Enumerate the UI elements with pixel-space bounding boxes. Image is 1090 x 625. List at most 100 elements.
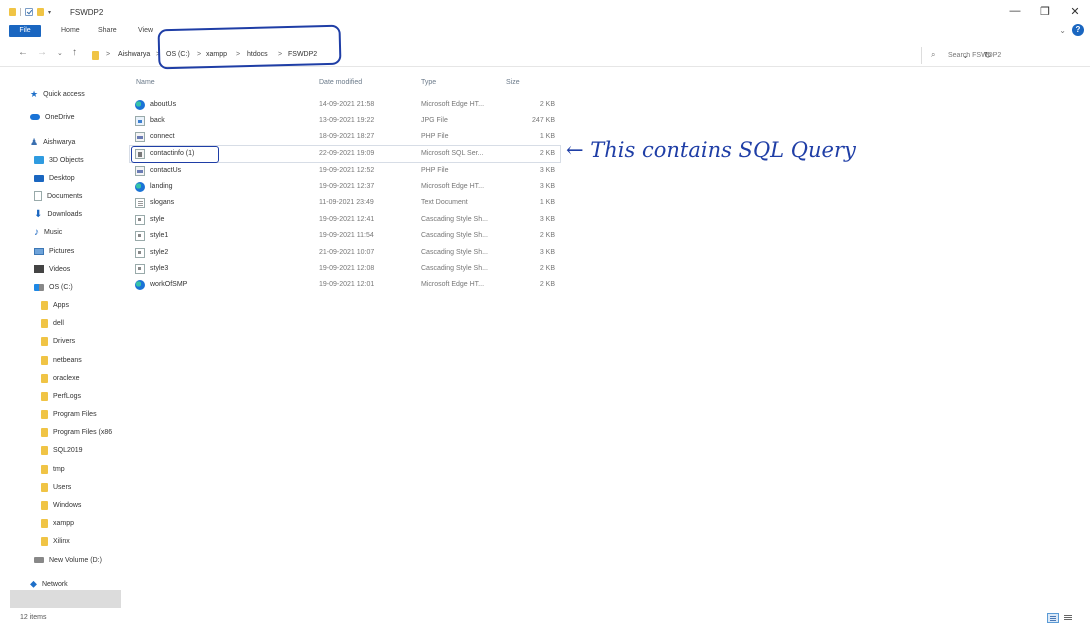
nav-item-label: netbeans <box>53 356 82 364</box>
file-type: Cascading Style Sh... <box>421 216 488 223</box>
nav-item-videos[interactable]: Videos <box>34 261 70 277</box>
nav-item-sql2019[interactable]: SQL2019 <box>41 442 83 458</box>
nav-item-pictures[interactable]: Pictures <box>34 243 74 259</box>
nav-item-program-files-x86[interactable]: Program Files (x86 <box>41 424 122 440</box>
folder-icon <box>41 482 48 492</box>
large-icons-view-icon[interactable] <box>1064 614 1074 622</box>
file-date: 19-09-2021 11:54 <box>319 232 374 239</box>
tab-share[interactable]: Share <box>98 25 117 37</box>
file-type: JPG File <box>421 117 448 124</box>
restore-button[interactable]: ❐ <box>1030 0 1060 22</box>
nav-item-program-files[interactable]: Program Files <box>41 406 97 422</box>
ribbon-right: ⌄ ? <box>1059 24 1084 36</box>
folder-icon <box>41 318 48 328</box>
nav-item-new-volume-d[interactable]: New Volume (D:) <box>34 552 102 568</box>
nav-item-music[interactable]: ♪ Music <box>34 224 62 240</box>
nav-item-label: dell <box>53 319 64 327</box>
help-icon[interactable]: ? <box>1072 24 1084 36</box>
column-header-type[interactable]: Type <box>421 79 436 86</box>
close-button[interactable]: ✕ <box>1060 0 1090 22</box>
nav-item-label: Xilinx <box>53 537 70 545</box>
file-highlight-annotation <box>131 146 219 163</box>
nav-item-users[interactable]: Users <box>41 479 71 495</box>
file-row[interactable]: connect 18-09-2021 18:27 PHP File 1 KB <box>130 129 560 145</box>
nav-item-label: Drivers <box>53 337 76 345</box>
file-row[interactable]: slogans 11-09-2021 23:49 Text Document 1… <box>130 195 560 211</box>
nav-item-documents[interactable]: Documents <box>34 188 82 204</box>
file-row[interactable]: aboutUs 14-09-2021 21:58 Microsoft Edge … <box>130 97 560 113</box>
file-date: 21-09-2021 10:07 <box>319 249 375 256</box>
nav-item-apps[interactable]: Apps <box>41 297 69 313</box>
new-folder-icon[interactable] <box>37 8 44 16</box>
file-row[interactable]: workOfSMP 19-09-2021 12:01 Microsoft Edg… <box>130 277 560 293</box>
up-arrow-icon[interactable]: ↑ <box>72 47 77 58</box>
file-row[interactable]: style 19-09-2021 12:41 Cascading Style S… <box>130 212 560 228</box>
file-row[interactable]: style3 19-09-2021 12:08 Cascading Style … <box>130 261 560 277</box>
nav-item-downloads[interactable]: ⬇ Downloads <box>34 206 82 222</box>
file-date: 19-09-2021 12:52 <box>319 167 375 174</box>
file-row[interactable]: back 13-09-2021 19:22 JPG File 247 KB <box>130 113 560 129</box>
file-row[interactable]: style1 19-09-2021 11:54 Cascading Style … <box>130 228 560 244</box>
nav-item-tmp[interactable]: tmp <box>41 461 65 477</box>
file-type: Microsoft Edge HT... <box>421 101 485 108</box>
column-header-size[interactable]: Size <box>506 79 520 86</box>
nav-item-quick-access[interactable]: ★ Quick access <box>30 86 85 102</box>
nav-item-label: Users <box>53 483 72 491</box>
tab-file[interactable]: File <box>9 25 41 37</box>
search-icon: ⌕ <box>931 50 936 59</box>
file-row[interactable]: contactUs 19-09-2021 12:52 PHP File 3 KB <box>130 163 560 179</box>
nav-item-3d-objects[interactable]: 3D Objects <box>34 152 84 168</box>
file-date: 13-09-2021 19:22 <box>319 117 375 124</box>
recent-locations-chevron-icon[interactable]: ⌄ <box>57 49 63 57</box>
file-size: 3 KB <box>539 167 555 174</box>
column-header-date-modified[interactable]: Date modified <box>319 79 362 86</box>
nav-item-label: New Volume (D:) <box>49 556 102 564</box>
minimize-button[interactable]: — <box>1000 0 1030 22</box>
quick-access-toolbar: ▾ <box>9 8 51 16</box>
nav-item-drivers[interactable]: Drivers <box>41 333 75 349</box>
properties-icon[interactable] <box>25 8 33 16</box>
search-input[interactable] <box>948 50 1073 61</box>
nav-item-label: OneDrive <box>45 113 75 121</box>
nav-item-label: Downloads <box>47 210 83 218</box>
nav-item-perflogs[interactable]: PerfLogs <box>41 388 81 404</box>
nav-item-dell[interactable]: dell <box>41 315 64 331</box>
details-view-icon[interactable] <box>1047 613 1059 623</box>
expand-ribbon-icon[interactable]: ⌄ <box>1059 26 1066 35</box>
nav-item-label: Music <box>44 228 63 236</box>
breadcrumb-separator[interactable]: > <box>106 51 110 58</box>
file-name: contactUs <box>150 167 182 174</box>
file-size: 247 KB <box>532 117 555 124</box>
tab-home[interactable]: Home <box>61 25 80 37</box>
breadcrumb-aishwarya[interactable]: Aishwarya <box>118 51 150 58</box>
nav-item-xilinx[interactable]: Xilinx <box>41 533 70 549</box>
nav-item-label: tmp <box>53 465 65 473</box>
nav-item-desktop[interactable]: Desktop <box>34 170 75 186</box>
nav-item-netbeans[interactable]: netbeans <box>41 352 82 368</box>
column-header-name[interactable]: Name <box>136 79 155 86</box>
nav-item-oraclexe[interactable]: oraclexe <box>41 370 79 386</box>
file-size: 1 KB <box>539 199 555 206</box>
file-row[interactable]: style2 21-09-2021 10:07 Cascading Style … <box>130 245 560 261</box>
nav-item-onedrive[interactable]: OneDrive <box>30 109 75 125</box>
nav-item-label: Quick access <box>43 90 85 98</box>
cloud-icon <box>30 114 40 120</box>
nav-item-label: 3D Objects <box>49 156 84 164</box>
nav-item-aishwarya[interactable]: ♟ Aishwarya <box>30 134 75 150</box>
forward-arrow-icon[interactable]: → <box>37 47 47 58</box>
download-icon: ⬇ <box>34 208 43 220</box>
drive-icon <box>34 557 44 563</box>
pictures-icon <box>34 247 44 255</box>
search-box[interactable]: ⌕ <box>921 47 1081 64</box>
drive-icon <box>34 283 44 291</box>
nav-item-os-c[interactable]: OS (C:) <box>34 279 73 295</box>
file-row[interactable]: landing 19-09-2021 12:37 Microsoft Edge … <box>130 179 560 195</box>
customize-toolbar-chevron-icon[interactable]: ▾ <box>48 9 51 16</box>
nav-item-xampp[interactable]: xampp <box>41 515 74 531</box>
tab-view[interactable]: View <box>138 25 153 37</box>
nav-item-network[interactable]: ⬥ Network <box>30 576 68 592</box>
nav-item-windows[interactable]: Windows <box>41 497 81 513</box>
back-arrow-icon[interactable]: ← <box>18 47 28 58</box>
network-icon: ⬥ <box>30 578 37 590</box>
folder-icon <box>41 500 48 510</box>
